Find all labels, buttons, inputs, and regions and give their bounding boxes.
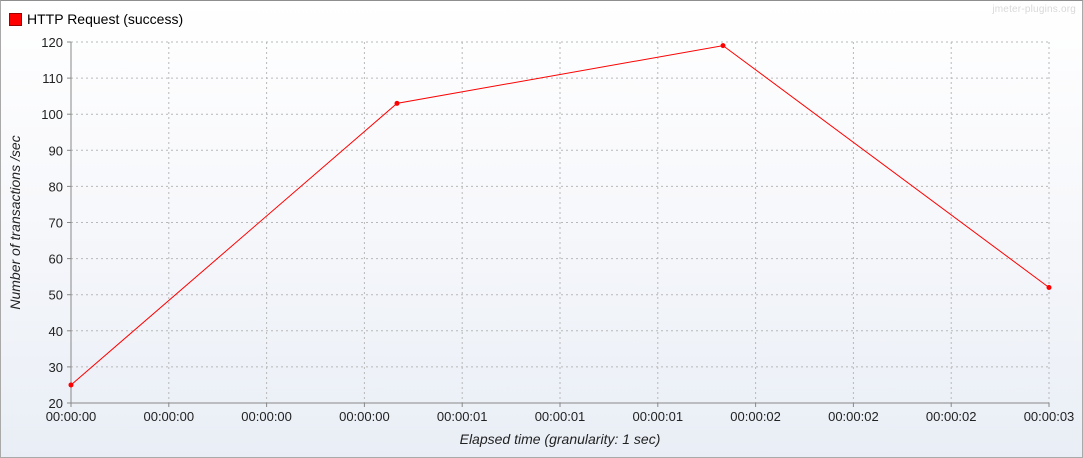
x-tick-label: 00:00:01 — [535, 409, 586, 424]
x-tick-labels: 00:00:00 00:00:00 00:00:00 00:00:00 00:00:01… — [46, 409, 1075, 424]
data-point — [720, 43, 726, 49]
y-tick-label: 110 — [42, 71, 63, 86]
y-tick-label: 100 — [41, 107, 63, 122]
x-axis-title: Elapsed time (granularity: 1 sec) — [460, 431, 661, 447]
y-tick-label: 70 — [49, 216, 63, 231]
x-tick-label: 00:00:02 — [828, 409, 879, 424]
y-axis-title: Number of transactions /sec — [7, 135, 23, 309]
y-tick-label: 120 — [41, 35, 63, 50]
x-tick-label: 00:00:00 — [339, 409, 390, 424]
x-tick-label: 00:00:02 — [926, 409, 977, 424]
axes — [67, 41, 1050, 407]
grid-lines — [71, 41, 1050, 403]
x-tick-label: 00:00:02 — [730, 409, 781, 424]
y-tick-labels: 2030405060708090100110120 — [41, 35, 63, 411]
x-tick-label: 00:00:01 — [632, 409, 683, 424]
x-tick-label: 00:00:00 — [143, 409, 194, 424]
y-tick-label: 30 — [49, 360, 63, 375]
series-layer — [68, 43, 1052, 388]
x-tick-label: 00:00:03 — [1024, 409, 1075, 424]
data-point — [1046, 284, 1052, 290]
x-tick-label: 00:00:01 — [437, 409, 488, 424]
y-tick-label: 60 — [49, 252, 63, 267]
y-tick-label: 40 — [49, 324, 63, 339]
x-tick-label: 00:00:00 — [241, 409, 292, 424]
series-line — [70, 45, 1050, 386]
line-chart: 2030405060708090100110120 00:00:00 00:00:… — [7, 35, 1075, 447]
x-tick-label: 00:00:00 — [46, 409, 97, 424]
y-tick-label: 80 — [49, 179, 63, 194]
y-tick-label: 90 — [49, 143, 63, 158]
y-tick-label: 50 — [49, 288, 63, 303]
data-point — [68, 382, 74, 388]
data-point — [394, 100, 400, 106]
